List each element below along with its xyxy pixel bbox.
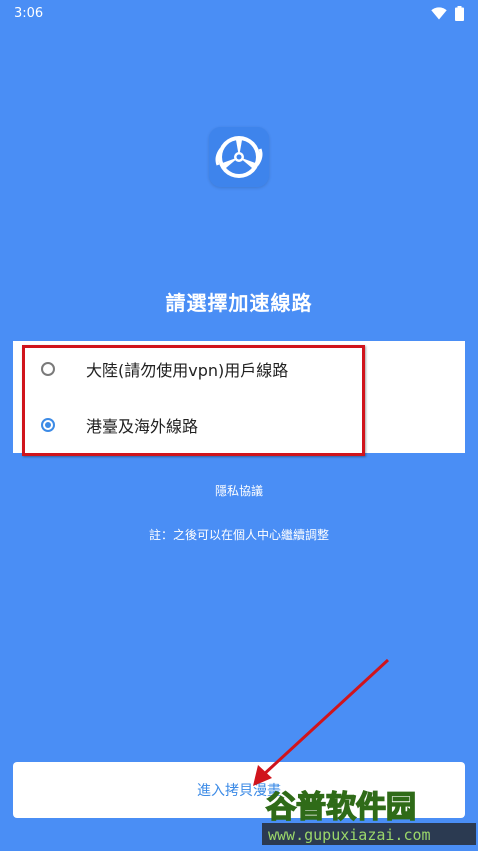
option-mainland-route[interactable]: 大陸(請勿使用vpn)用戶線路 [13, 341, 465, 397]
svg-text:www.gupuxiazai.com: www.gupuxiazai.com [268, 826, 431, 844]
status-bar: 3:06 [0, 0, 478, 26]
radio-button-unchecked[interactable] [41, 362, 55, 376]
page-title: 請選擇加速線路 [165, 291, 313, 315]
app-logo-icon [209, 127, 269, 187]
status-time: 3:06 [14, 5, 44, 21]
battery-icon [455, 5, 464, 21]
wifi-icon [431, 6, 447, 19]
option-overseas-route[interactable]: 港臺及海外線路 [13, 397, 465, 453]
privacy-policy-link[interactable]: 隱私協議 [0, 482, 478, 499]
svg-text:谷普软件园: 谷普软件园 [266, 790, 416, 825]
radio-button-checked[interactable] [41, 418, 55, 432]
note-text: 註：之後可以在個人中心繼續調整 [148, 528, 329, 542]
watermark-logo: 谷普软件园 www.gupuxiazai.com [262, 783, 476, 847]
status-icons [431, 5, 464, 21]
option-label: 港臺及海外線路 [86, 417, 199, 436]
route-options-panel: 大陸(請勿使用vpn)用戶線路 港臺及海外線路 [13, 341, 465, 453]
option-label: 大陸(請勿使用vpn)用戶線路 [86, 361, 289, 380]
